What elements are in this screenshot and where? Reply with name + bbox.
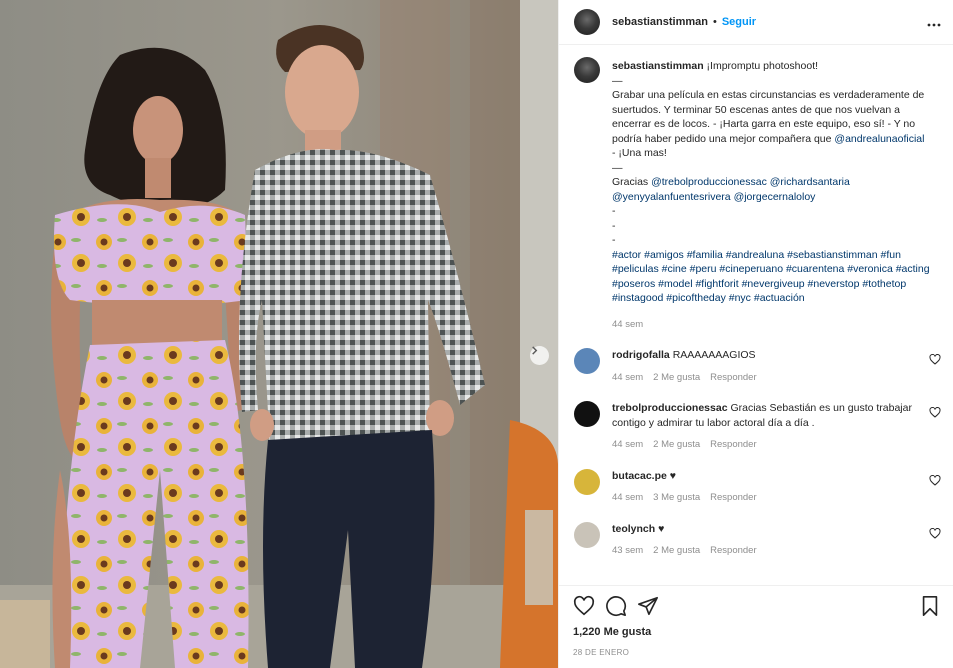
comment-item: rodrigofalla RAAAAAAAGIOS 44 sem 2 Me gu… — [574, 348, 941, 385]
reply-button[interactable]: Responder — [710, 491, 756, 506]
follow-button[interactable]: Seguir — [722, 16, 756, 28]
mention-link[interactable]: @richardsantaria — [770, 176, 850, 188]
post-photo[interactable] — [0, 0, 558, 668]
comment-bubble-icon[interactable] — [605, 595, 627, 617]
comment-time[interactable]: 43 sem — [612, 544, 643, 559]
caption-meta: 44 sem — [612, 318, 941, 333]
comment-text-line: teolynch ♥ — [612, 522, 941, 537]
more-options-icon[interactable] — [927, 14, 941, 30]
caption-entry: sebastianstimman ¡Impromptu photoshoot! … — [574, 57, 941, 333]
reply-button[interactable]: Responder — [710, 438, 756, 453]
caption-text: sebastianstimman ¡Impromptu photoshoot! … — [612, 59, 941, 306]
comment-time[interactable]: 44 sem — [612, 438, 643, 453]
commenter-username[interactable]: rodrigofalla — [612, 349, 670, 361]
reply-button[interactable]: Responder — [710, 544, 756, 559]
author-username[interactable]: sebastianstimman — [612, 16, 708, 28]
comment-text: RAAAAAAAGIOS — [672, 349, 756, 361]
mention-link[interactable]: @trebolproduccionessac — [651, 176, 767, 188]
share-send-icon[interactable] — [637, 595, 659, 617]
author-avatar[interactable] — [574, 9, 600, 35]
comment-item: butacac.pe ♥ 44 sem 3 Me gusta Responder — [574, 468, 941, 506]
comment-likes[interactable]: 2 Me gusta — [653, 544, 700, 559]
comment-likes[interactable]: 2 Me gusta — [653, 438, 700, 453]
bookmark-icon[interactable] — [919, 595, 941, 617]
comment-text-line: butacac.pe ♥ — [612, 469, 941, 484]
photo-illustration — [0, 0, 558, 668]
like-count[interactable]: 1,220 Me gusta — [573, 626, 941, 638]
commenter-username[interactable]: teolynch — [612, 523, 655, 535]
comment-text: ♥ — [669, 469, 677, 482]
commenter-avatar[interactable] — [574, 521, 600, 548]
post-date[interactable]: 28 DE ENERO — [573, 648, 941, 657]
instagram-post: sebastianstimman • Seguir sebastianstimm… — [0, 0, 953, 668]
caption-username[interactable]: sebastianstimman — [612, 60, 704, 72]
heart-icon[interactable] — [929, 354, 941, 365]
comment-meta: 44 sem 2 Me gusta Responder — [612, 371, 941, 386]
commenter-username[interactable]: butacac.pe — [612, 470, 667, 482]
heart-icon[interactable] — [929, 407, 941, 418]
post-sidebar: sebastianstimman • Seguir sebastianstimm… — [558, 0, 953, 668]
heart-icon[interactable] — [929, 527, 941, 539]
comment-text-line: rodrigofalla RAAAAAAAGIOS — [612, 348, 941, 363]
action-bar — [573, 586, 941, 626]
comment-item: trebolproduccionessac Gracias Sebastián … — [574, 401, 941, 453]
comment-meta: 44 sem 3 Me gusta Responder — [612, 491, 941, 506]
caption-time[interactable]: 44 sem — [612, 318, 643, 333]
comments-section[interactable]: sebastianstimman ¡Impromptu photoshoot! … — [559, 45, 953, 585]
comment-likes[interactable]: 2 Me gusta — [653, 371, 700, 386]
post-header: sebastianstimman • Seguir — [559, 0, 953, 45]
mention-link[interactable]: @yenyyalanfuentesrivera — [612, 191, 731, 203]
caption-avatar[interactable] — [574, 57, 600, 83]
comment-time[interactable]: 44 sem — [612, 491, 643, 506]
post-footer: 1,220 Me gusta 28 DE ENERO — [559, 585, 953, 668]
commenter-avatar[interactable] — [574, 348, 600, 374]
separator-dot: • — [712, 16, 717, 28]
carousel-next-button[interactable] — [530, 346, 549, 365]
hashtags[interactable]: #actor #amigos #familia #andrealuna #seb… — [612, 249, 932, 305]
heart-icon[interactable] — [929, 474, 941, 486]
comment-text-line: trebolproduccionessac Gracias Sebastián … — [612, 401, 941, 430]
comment-meta: 44 sem 2 Me gusta Responder — [612, 438, 941, 453]
chevron-right-icon — [532, 346, 538, 355]
comment-likes[interactable]: 3 Me gusta — [653, 491, 700, 506]
comment-item: teolynch ♥ 43 sem 2 Me gusta Responder — [574, 521, 941, 559]
commenter-avatar[interactable] — [574, 401, 600, 427]
comment-time[interactable]: 44 sem — [612, 371, 643, 386]
commenter-username[interactable]: trebolproduccionessac — [612, 402, 728, 414]
mention-link[interactable]: @jorgecernaloloy — [734, 191, 816, 203]
comment-meta: 43 sem 2 Me gusta Responder — [612, 544, 941, 559]
caption-dashes: - - - — [612, 205, 616, 246]
mention-link[interactable]: @andrealunaoficial — [834, 133, 924, 145]
reply-button[interactable]: Responder — [710, 371, 756, 386]
commenter-avatar[interactable] — [574, 468, 600, 495]
comment-text: ♥ — [658, 522, 665, 535]
like-heart-icon[interactable] — [573, 595, 595, 617]
